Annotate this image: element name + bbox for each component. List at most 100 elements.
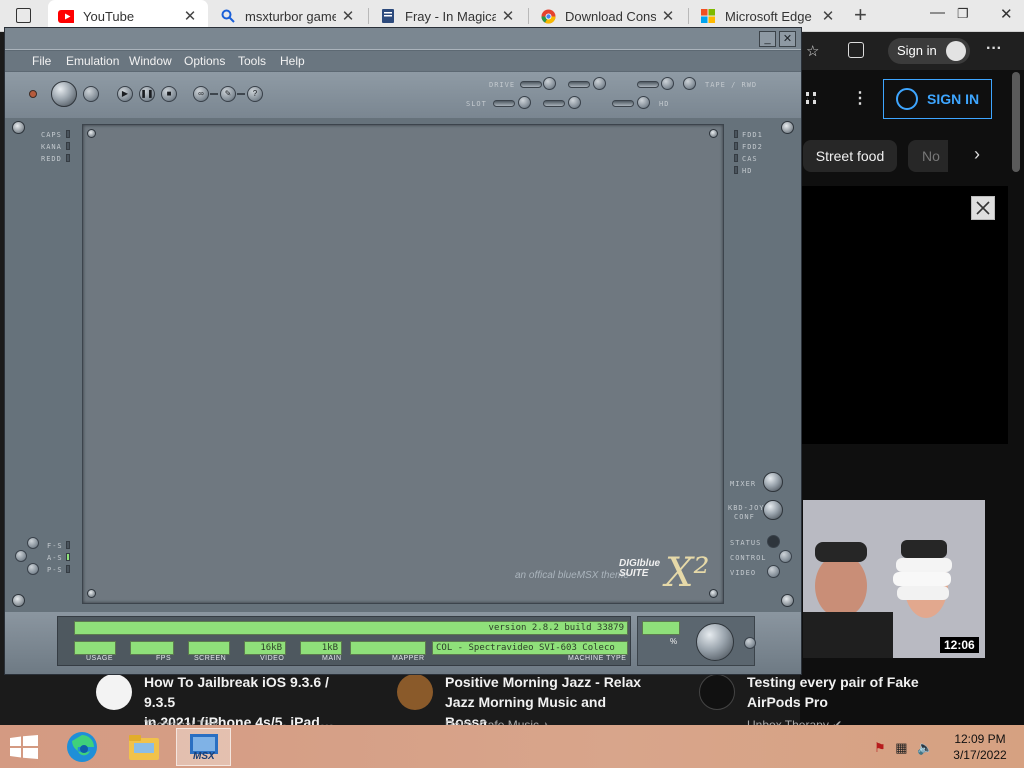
slot-a[interactable] [493,100,515,107]
msx-titlebar[interactable]: _ ✕ [5,28,801,50]
close-tab-icon[interactable]: ✕ [500,7,516,25]
speed-panel: % [637,616,756,666]
screw-icon [781,121,794,134]
thumbnail-image [803,500,985,658]
apps-grid-icon[interactable] [806,92,816,104]
restore-icon[interactable]: ❐ [957,6,969,22]
hd-button[interactable] [637,96,650,109]
drive-a-button[interactable] [543,77,556,90]
logo-title: DIGIblue SUITE [619,558,661,579]
minimize-icon[interactable]: — [930,4,945,21]
fps-label: FPS [156,655,172,662]
slot-b-button[interactable] [568,96,581,109]
favorites-icon[interactable]: ☆ [806,42,819,60]
taskbar-edge[interactable] [54,728,109,766]
link-button[interactable]: ∞ [193,86,209,102]
status-button[interactable] [767,535,780,548]
help-button[interactable]: ? [247,86,263,102]
close-button[interactable]: ✕ [779,31,796,47]
chips-next-icon[interactable]: › [974,144,980,165]
redd-led [66,154,70,162]
hd-slot[interactable] [612,100,634,107]
start-button[interactable] [10,735,38,759]
main-lcd: 1kB [300,641,342,655]
slot-b[interactable] [543,100,565,107]
speed-knob[interactable] [696,623,734,661]
menu-help[interactable]: Help [280,54,305,68]
conf-label: CONF [734,513,755,521]
volume-icon[interactable]: 🔈 [917,740,933,755]
settings-more-icon[interactable]: ⋮ [852,88,868,108]
speed-reset-button[interactable] [744,637,756,649]
screw-icon [87,129,96,138]
chip-street-food[interactable]: Street food [803,140,897,172]
drive-b-button[interactable] [593,77,606,90]
drive-b-slot[interactable] [568,81,590,88]
stop-button[interactable]: ■ [161,86,177,102]
clock[interactable]: 12:09 PM 3/17/2022 [940,731,1020,763]
minimize-button[interactable]: _ [759,31,776,47]
screw-icon [781,594,794,607]
network-icon[interactable]: ▦ [895,740,907,755]
as-button[interactable] [15,550,27,562]
screw-icon [12,594,25,607]
search-icon [220,8,236,24]
page-scrollbar[interactable] [1012,72,1020,172]
video-thumbnail[interactable] [803,500,985,658]
ps-button[interactable] [27,563,39,575]
reset-button[interactable] [83,86,99,102]
slot-a-button[interactable] [518,96,531,109]
clock-time: 12:09 PM [954,732,1006,746]
slot-label: SLOT [466,100,487,108]
chrome-icon [540,8,556,24]
machine-type-label: MACHINE TYPE [568,655,627,662]
control-button[interactable] [779,550,792,563]
close-tab-icon[interactable]: ✕ [182,7,198,25]
youtube-signin-label: SIGN IN [927,91,980,107]
menu-window[interactable]: Window [129,54,172,68]
more-icon[interactable]: ··· [986,40,1002,58]
fdd1-led [734,130,738,138]
tab-title: Microsoft Edge h [725,8,816,24]
browser-signin-button[interactable]: Sign in [888,38,970,64]
signin-label: Sign in [897,43,937,58]
video-button[interactable] [767,565,780,578]
flag-icon[interactable]: ⚑ [874,740,886,755]
fs-label: F-S [47,542,63,550]
taskbar-explorer[interactable] [116,728,171,766]
tape-slot[interactable] [637,81,659,88]
close-window-icon[interactable]: ✕ [1000,5,1013,23]
play-button[interactable]: ▶ [117,86,133,102]
pause-button[interactable]: ❚❚ [139,86,155,102]
video-title[interactable]: Testing every pair of Fake AirPods Pro [747,672,962,712]
fs-button[interactable] [27,537,39,549]
menu-file[interactable]: File [32,54,51,68]
close-ad-button[interactable] [971,196,995,220]
close-tab-icon[interactable]: ✕ [820,7,836,25]
menu-emulation[interactable]: Emulation [66,54,119,68]
chip-next[interactable]: No [908,140,948,172]
new-tab-button[interactable]: + [854,4,867,26]
tape-label: TAPE / RWD [705,81,758,89]
kbd-joy-label: KBD-JOY [728,504,765,512]
tape-button-1[interactable] [661,77,674,90]
youtube-signin-button[interactable]: SIGN IN [883,79,992,119]
tab-actions-icon[interactable] [16,8,31,23]
screw-icon [709,129,718,138]
tape-button-2[interactable] [683,77,696,90]
emulator-screen[interactable] [82,124,724,604]
menu-tools[interactable]: Tools [238,54,266,68]
drive-a-slot[interactable] [520,81,542,88]
close-tab-icon[interactable]: ✕ [340,7,356,25]
tools-button[interactable]: ✎ [220,86,236,102]
ad-player[interactable] [800,186,1008,444]
taskbar-bluemsx[interactable]: MSX [176,728,231,766]
close-tab-icon[interactable]: ✕ [660,7,676,25]
power-knob[interactable] [51,81,77,107]
menu-options[interactable]: Options [184,54,225,68]
collections-icon[interactable] [848,42,864,58]
mixer-knob[interactable] [763,472,783,492]
screw-icon [12,121,25,134]
kbd-joy-knob[interactable] [763,500,783,520]
logo-subtitle: an offical blueMSX theme [515,570,629,581]
